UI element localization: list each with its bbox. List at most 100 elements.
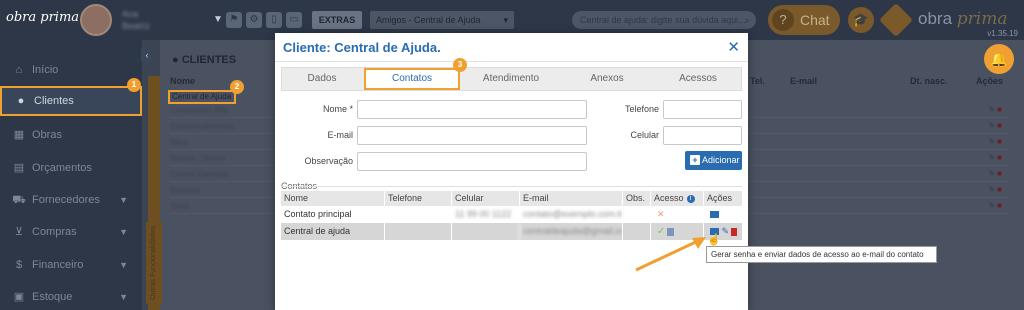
- column-dt-nasc[interactable]: Dt. nasc.: [910, 76, 948, 86]
- sidebar-item-orcamentos[interactable]: ▤ Orçamentos: [0, 153, 142, 183]
- cart-icon: ⊻: [14, 226, 24, 238]
- calculator-icon: ▤: [13, 162, 25, 174]
- tab-atendimento[interactable]: Atendimento: [462, 68, 560, 90]
- column-tel[interactable]: Tel.: [750, 76, 765, 86]
- caret-down-icon: ▾: [503, 15, 508, 25]
- celular-label: Celular: [630, 130, 659, 140]
- sidebar-item-fornecedores[interactable]: ⛟ Fornecedores ▼: [0, 185, 142, 215]
- contact-email: centraldeajuda@gmail.com: [519, 223, 622, 240]
- contact-name: Central de ajuda: [284, 226, 351, 236]
- plus-icon: +: [690, 155, 700, 165]
- row-actions[interactable]: ✎ ■: [988, 153, 1002, 162]
- column-acoes: Ações: [976, 76, 1004, 86]
- contact-obs: [622, 206, 650, 223]
- search-icon: ⌕: [744, 15, 750, 25]
- row-name: Marcos Oliveira: [170, 154, 226, 163]
- chat-button[interactable]: ? Chat: [768, 5, 840, 35]
- contacts-table-header: Nome Telefone Celular E-mail Obs. Acesso…: [281, 191, 742, 206]
- celular-field[interactable]: [663, 126, 742, 145]
- chevron-down-icon: ▼: [119, 260, 128, 270]
- sidebar-item-compras[interactable]: ⊻ Compras ▼: [0, 217, 142, 247]
- box-icon: ▣: [13, 291, 25, 303]
- tab-anexos[interactable]: Anexos: [562, 68, 652, 90]
- column-telefone: Telefone: [384, 191, 451, 206]
- sidebar-item-estoque[interactable]: ▣ Estoque ▼: [0, 282, 142, 310]
- contact-email: contato@exemplo.com.br: [519, 206, 622, 223]
- user-name[interactable]: Ana Beatriz: [122, 8, 150, 32]
- sidebar-item-label: Estoque: [32, 291, 73, 303]
- gear-icon[interactable]: ⚙: [246, 12, 262, 28]
- sidebar-item-label: Compras: [32, 226, 77, 238]
- nome-field[interactable]: [357, 100, 587, 119]
- telefone-label: Telefone: [624, 104, 659, 114]
- row-actions[interactable]: ✎ ■: [988, 105, 1002, 114]
- chevron-down-icon[interactable]: ▼: [210, 12, 226, 28]
- column-obs: Obs.: [622, 191, 650, 206]
- row-actions[interactable]: ✎ ■: [988, 169, 1002, 178]
- email-field[interactable]: [357, 126, 587, 145]
- row-actions[interactable]: ✎ ■: [988, 137, 1002, 146]
- envelope-icon[interactable]: [710, 211, 719, 219]
- sidebar-item-label: Clientes: [34, 95, 74, 107]
- tab-dados[interactable]: Dados: [282, 68, 362, 90]
- add-contact-button[interactable]: + Adicionar: [685, 151, 742, 170]
- contact-telefone: [384, 206, 451, 223]
- close-icon[interactable]: ✕: [727, 38, 740, 56]
- sidebar-collapse-button[interactable]: ‹: [141, 48, 153, 62]
- column-celular: Celular: [451, 191, 519, 206]
- pencil-icon[interactable]: ✎: [722, 226, 730, 236]
- step-badge-1: 1: [127, 78, 141, 92]
- truck-icon: ⛟: [12, 194, 26, 206]
- tooltip: Gerar senha e enviar dados de acesso ao …: [706, 246, 937, 263]
- column-email: E-mail: [519, 191, 622, 206]
- column-acoes: Ações: [703, 191, 742, 206]
- avatar[interactable]: [80, 4, 112, 36]
- app-logo[interactable]: obra prima: [6, 10, 79, 25]
- sidebar-item-clientes[interactable]: ● Clientes: [0, 86, 142, 116]
- row-name: Construtora Alfa: [170, 106, 228, 115]
- no-access-icon: ✕: [657, 209, 665, 219]
- step-badge-2: 2: [230, 80, 244, 94]
- building-icon: ▦: [13, 129, 25, 141]
- column-email[interactable]: E-mail: [790, 76, 817, 86]
- row-name: Silva: [170, 138, 188, 147]
- sidebar-item-label: Financeiro: [32, 259, 84, 271]
- user-name-line2: Beatriz: [122, 21, 151, 31]
- table-row[interactable]: Contato principal 11 99 00 1122 contato@…: [281, 206, 742, 223]
- row-actions[interactable]: ✎ ■: [988, 121, 1002, 130]
- other-features-tab[interactable]: Outras Funcionalidades: [146, 222, 162, 304]
- extras-button[interactable]: EXTRAS: [312, 11, 362, 29]
- graduation-cap-icon[interactable]: 🎓: [848, 7, 874, 33]
- telefone-field[interactable]: [663, 100, 742, 119]
- row-actions[interactable]: ✎ ■: [988, 201, 1002, 210]
- sidebar-item-label: Fornecedores: [32, 194, 100, 206]
- tab-acessos[interactable]: Acessos: [654, 68, 742, 90]
- sidebar-item-inicio[interactable]: ⌂ Início: [0, 55, 142, 85]
- flag-icon[interactable]: ⚑: [226, 12, 242, 28]
- column-nome[interactable]: Nome: [170, 76, 195, 86]
- contact-celular: 11 99 00 1122: [451, 206, 519, 223]
- contact-telefone: [384, 223, 451, 240]
- user-icon: ●: [172, 54, 182, 66]
- chevron-down-icon: ▼: [119, 195, 128, 205]
- monitor-icon[interactable]: ▭: [286, 12, 302, 28]
- mobile-icon[interactable]: ▯: [266, 12, 282, 28]
- context-select[interactable]: Amigos - Central de Ajuda ▾: [370, 11, 514, 29]
- contact-celular: [451, 223, 519, 240]
- bell-icon[interactable]: 🔔: [984, 44, 1014, 74]
- help-search-placeholder: Central de ajuda: digite sua dúvida aqui…: [580, 15, 746, 25]
- sidebar-item-financeiro[interactable]: $ Financeiro ▼: [0, 250, 142, 280]
- chat-label: Chat: [800, 12, 830, 28]
- sidebar-item-label: Orçamentos: [32, 162, 92, 174]
- trash-icon[interactable]: [731, 227, 738, 236]
- sidebar-item-obras[interactable]: ▦ Obras: [0, 120, 142, 150]
- step-badge-3: 3: [453, 58, 467, 72]
- add-contact-label: Adicionar: [702, 155, 740, 165]
- tab-contatos[interactable]: Contatos: [364, 68, 460, 90]
- row-actions[interactable]: ✎ ■: [988, 185, 1002, 194]
- observacao-field[interactable]: [357, 152, 587, 171]
- info-icon[interactable]: i: [686, 195, 695, 203]
- help-search-input[interactable]: Central de ajuda: digite sua dúvida aqui…: [572, 11, 756, 29]
- observacao-label: Observação: [304, 156, 353, 166]
- client-row-central-de-ajuda[interactable]: Central de Ajuda: [168, 90, 236, 104]
